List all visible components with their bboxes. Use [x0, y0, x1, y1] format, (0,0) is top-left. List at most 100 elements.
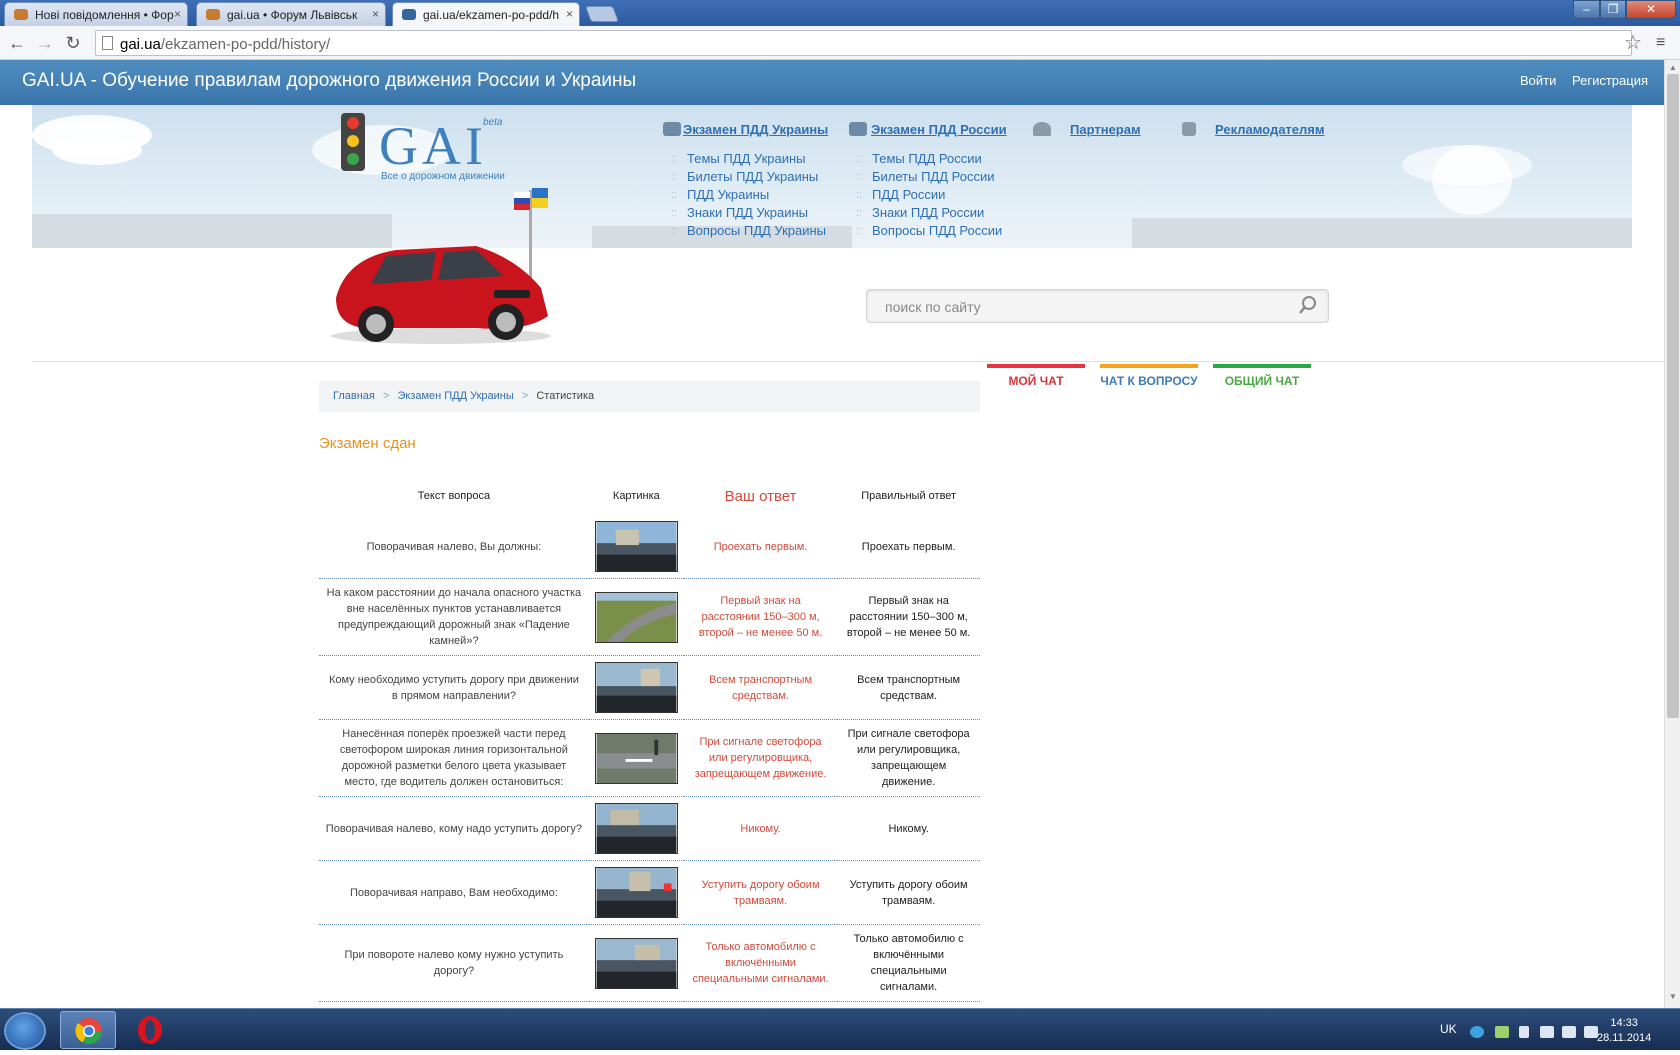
register-link[interactable]: Регистрация	[1572, 73, 1648, 88]
search-input[interactable]	[885, 297, 1285, 317]
nav-russia-rules[interactable]: ПДД России	[856, 186, 1002, 204]
question-image[interactable]	[594, 591, 678, 643]
table-row: При повороте налево кому нужно уступить …	[319, 924, 980, 1002]
nav-russia-topics[interactable]: Темы ПДД России	[856, 150, 1002, 168]
minimize-button[interactable]: –	[1573, 0, 1600, 19]
new-tab-button[interactable]	[585, 6, 619, 22]
address-bar[interactable]: gai.ua/ekzamen-po-pdd/history/	[95, 30, 1632, 56]
table-row: На каком расстоянии до начала опасного у…	[319, 578, 980, 656]
nav-ukraine-exam[interactable]: Экзамен ПДД Украины	[683, 122, 828, 137]
opera-taskbar-button[interactable]	[122, 1011, 178, 1049]
table-header-row: Текст вопроса Картинка Ваш ответ Правиль…	[319, 477, 980, 515]
question-chat-tab[interactable]: ЧАТ К ВОПРОСУ	[1100, 364, 1198, 388]
picture-cell	[588, 719, 684, 797]
nav-ukraine-list: Темы ПДД Украины Билеты ПДД Украины ПДД …	[671, 150, 826, 240]
reload-button[interactable]: ↻	[62, 32, 84, 54]
correct-answer: При сигнале светофора или регулировщика,…	[837, 719, 980, 797]
nav-advertisers[interactable]: Рекламодателям	[1215, 122, 1324, 137]
question-text: Нанесённая поперёк проезжей части перед …	[319, 719, 589, 797]
table-row: Поворачивая налево, кому надо уступить д…	[319, 796, 980, 861]
question-image[interactable]	[594, 521, 678, 572]
question-image[interactable]	[594, 662, 678, 713]
yellow-light	[347, 135, 359, 147]
nav-russia-tickets[interactable]: Билеты ПДД России	[856, 168, 1002, 186]
volume-tray-icon[interactable]	[1540, 1026, 1554, 1038]
red-light	[347, 117, 359, 129]
picture-cell	[588, 655, 684, 720]
tab-label: Нові повідомлення • Фор	[35, 8, 174, 22]
nav-russia-exam[interactable]: Экзамен ПДД России	[871, 122, 1007, 137]
opera-icon	[138, 1016, 162, 1044]
network-tray-icon[interactable]	[1495, 1026, 1509, 1038]
site-title: GAI.UA - Обучение правилам дорожного дви…	[22, 70, 637, 91]
your-answer: При сигнале светофора или регулировщика,…	[683, 719, 838, 797]
question-text: Поворачивая направо, Вам необходимо:	[319, 860, 589, 925]
your-answer: Проехать первым.	[683, 515, 838, 579]
forward-button[interactable]: →	[34, 32, 56, 54]
breadcrumb-current: Статистика	[536, 390, 595, 402]
question-text: Поворачивая налево, кому надо уступить д…	[319, 796, 589, 861]
nav-russia-questions[interactable]: Вопросы ПДД России	[856, 222, 1002, 240]
flag-tray-icon[interactable]	[1562, 1026, 1576, 1038]
monitor-tray-icon[interactable]	[1584, 1026, 1598, 1038]
picture-cell	[588, 796, 684, 861]
my-chat-tab[interactable]: МОЙ ЧАТ	[987, 364, 1085, 388]
start-button[interactable]	[4, 1012, 46, 1050]
page-scrollbar[interactable]: ▲ ▼	[1664, 60, 1680, 1008]
up-arrow-tray-icon[interactable]	[1519, 1026, 1529, 1038]
general-chat-tab[interactable]: ОБЩИЙ ЧАТ	[1213, 364, 1311, 388]
maximize-button[interactable]: ❐	[1600, 0, 1626, 19]
tab-close-icon[interactable]: ×	[372, 7, 379, 21]
tab-close-icon[interactable]: ×	[174, 7, 181, 21]
header-banner	[32, 105, 1632, 248]
breadcrumb-home[interactable]: Главная	[333, 390, 375, 402]
scroll-up-icon[interactable]: ▲	[1669, 63, 1677, 72]
tab-2[interactable]: gai.ua • Форум Львівськ ×	[196, 2, 386, 26]
forum-favicon-icon	[14, 9, 28, 20]
login-link[interactable]: Войти	[1520, 73, 1556, 88]
correct-answer: Всем транспортным средствам.	[837, 655, 980, 720]
correct-answer: Только автомобилю с включёнными специаль…	[837, 924, 980, 1002]
picture-cell	[588, 578, 684, 656]
search-icon[interactable]	[1299, 296, 1317, 314]
question-image[interactable]	[594, 732, 678, 784]
scroll-thumb[interactable]	[1667, 74, 1679, 718]
table-row: Поворачивая направо, Вам необходимо: Уст…	[319, 860, 980, 925]
system-clock[interactable]: 14:33 28.11.2014	[1597, 1016, 1651, 1046]
chrome-menu-icon[interactable]: ≡	[1656, 34, 1665, 52]
question-text: Поворачивая налево, Вы должны:	[319, 515, 589, 579]
bookmark-star-icon[interactable]: ☆	[1624, 30, 1642, 55]
correct-answer: Никому.	[837, 796, 980, 861]
back-button[interactable]: ←	[6, 32, 28, 54]
close-window-button[interactable]: ✕	[1626, 0, 1676, 19]
nav-ukraine-signs[interactable]: Знаки ПДД Украины	[671, 204, 826, 222]
search-box	[866, 289, 1329, 323]
nav-ukraine-questions[interactable]: Вопросы ПДД Украины	[671, 222, 826, 240]
tab-close-icon[interactable]: ×	[566, 7, 573, 21]
nav-ukraine-topics[interactable]: Темы ПДД Украины	[671, 150, 826, 168]
nav-russia-signs[interactable]: Знаки ПДД России	[856, 204, 1002, 222]
breadcrumb-section[interactable]: Экзамен ПДД Украины	[397, 390, 513, 402]
nav-partners[interactable]: Партнерам	[1070, 122, 1141, 137]
chrome-taskbar-button[interactable]	[60, 1011, 116, 1049]
question-image[interactable]	[594, 937, 678, 989]
gai-logo[interactable]: GAI beta Все о дорожном движении	[335, 113, 505, 185]
table-row: Поворачивая налево, Вы должны: Проехать …	[319, 515, 980, 579]
correct-answer: Первый знак на расстоянии 150–300 м, вто…	[837, 578, 980, 656]
skype-tray-icon[interactable]	[1470, 1026, 1484, 1038]
tab-1[interactable]: Нові повідомлення • Фор ×	[4, 2, 188, 26]
tab-strip: Нові повідомлення • Фор × gai.ua • Форум…	[0, 0, 1680, 27]
cloud-shape	[52, 135, 142, 165]
tab-3-active[interactable]: gai.ua/ekzamen-po-pdd/h ×	[392, 2, 580, 27]
correct-answer: Проехать первым.	[837, 515, 980, 579]
nav-ukraine-tickets[interactable]: Билеты ПДД Украины	[671, 168, 826, 186]
page-icon	[102, 36, 113, 50]
scroll-down-icon[interactable]: ▼	[1669, 992, 1677, 1001]
question-image[interactable]	[594, 867, 678, 918]
nav-ukraine-rules[interactable]: ПДД Украины	[671, 186, 826, 204]
language-indicator[interactable]: UK	[1440, 1022, 1457, 1036]
url-text[interactable]: gai.ua/ekzamen-po-pdd/history/	[120, 36, 330, 53]
question-image[interactable]	[594, 803, 678, 854]
picture-cell	[588, 924, 684, 1002]
your-answer: Только автомобилю с включёнными специаль…	[683, 924, 838, 1002]
